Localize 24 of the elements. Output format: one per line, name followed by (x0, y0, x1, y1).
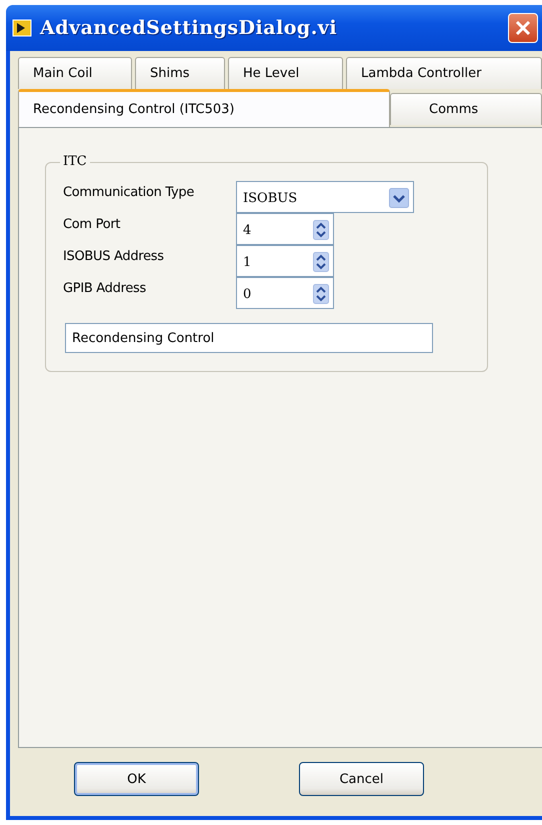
field-label: Com Port (62, 216, 122, 234)
field-label: GPIB Address (62, 280, 147, 298)
close-button[interactable] (508, 13, 538, 43)
spinner-arrows-icon[interactable] (313, 284, 329, 304)
tab[interactable]: He Level (228, 57, 343, 89)
tab[interactable]: Recondensing Control (ITC503) (18, 89, 390, 127)
tab[interactable]: Lambda Controller (346, 57, 542, 89)
spinner-arrows-icon[interactable] (313, 220, 329, 240)
app-icon (12, 19, 32, 37)
dropdown[interactable]: ISOBUS (236, 181, 414, 213)
ok-button[interactable]: OK (74, 762, 199, 796)
spinner-field[interactable]: 1 (236, 245, 334, 277)
window-title: AdvancedSettingsDialog.vi (40, 17, 338, 39)
field-label: ISOBUS Address (62, 248, 165, 266)
spinner-arrows-icon[interactable] (313, 252, 329, 272)
text-field[interactable]: Recondensing Control (65, 323, 433, 353)
spinner-field[interactable]: 4 (236, 213, 334, 245)
cancel-button[interactable]: Cancel (299, 762, 424, 796)
field-label: Communication Type (62, 184, 196, 202)
close-icon (515, 20, 531, 36)
tab[interactable]: Main Coil (18, 57, 132, 89)
tab[interactable]: Comms (390, 93, 542, 125)
spinner-field[interactable]: 0 (236, 277, 334, 309)
tab[interactable]: Shims (135, 57, 225, 89)
